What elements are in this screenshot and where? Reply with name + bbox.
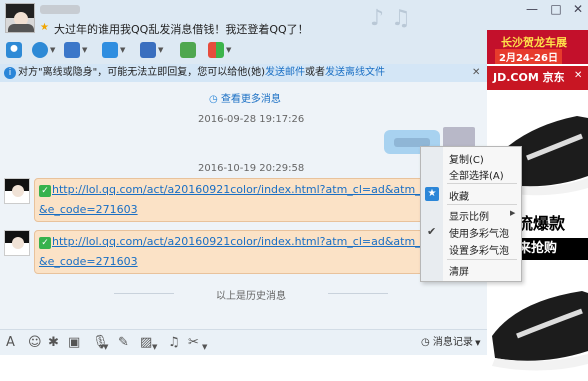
create-group-button[interactable] xyxy=(180,41,196,59)
menu-item-clear-screen[interactable]: 清屏 xyxy=(449,263,469,278)
message-timestamp: 2016-09-28 19:17:26 xyxy=(198,114,305,125)
notice-or-text: 或者 xyxy=(305,67,326,78)
message-bubble[interactable]: ✓ http://lol.qq.com/act/a20160921color/i… xyxy=(34,230,463,274)
apps-grid-icon xyxy=(208,42,224,58)
menu-item-select-all[interactable]: 全部选择(A) xyxy=(449,167,504,182)
shake-icon[interactable]: ✱ xyxy=(48,335,59,351)
menu-item-colorful-bubble[interactable]: 使用多彩气泡 xyxy=(449,225,509,240)
image-icon[interactable]: ▨ xyxy=(140,335,152,351)
remote-desktop-button[interactable]: ▼ xyxy=(64,41,87,59)
notice-text: 对方"离线或隐身"，可能无法立即回复，您可以给他(她) xyxy=(18,67,266,78)
message-history-button[interactable]: ◷ 消息记录 ▼ xyxy=(421,335,481,351)
chevron-down-icon: ▼ xyxy=(82,46,88,54)
checkmark-icon: ✔ xyxy=(427,225,437,238)
message-link[interactable]: http://lol.qq.com/act/a20160921color/ind… xyxy=(52,183,463,196)
chevron-down-icon: ▼ xyxy=(120,46,126,54)
chevron-down-icon: ▼ xyxy=(158,46,164,54)
context-menu: 复制(C) 全部选择(A) ★ 收藏 显示比例 ▶ ✔ 使用多彩气泡 设置多彩气… xyxy=(420,146,522,282)
close-button[interactable]: ✕ xyxy=(570,2,586,16)
chevron-down-icon[interactable]: ▼ xyxy=(103,339,108,355)
verified-shield-icon: ✓ xyxy=(39,237,51,249)
info-icon: i xyxy=(4,67,16,79)
chat-message-area[interactable]: i 对方"离线或隐身"，可能无法立即回复，您可以给他(她)发送邮件或者发送离线文… xyxy=(0,64,487,329)
send-email-link[interactable]: 发送邮件 xyxy=(265,67,305,78)
camera-icon xyxy=(32,42,48,58)
chevron-down-icon: ▼ xyxy=(472,339,481,347)
notice-close-icon[interactable]: ✕ xyxy=(472,64,480,82)
chevron-down-icon: ▼ xyxy=(226,46,232,54)
message-link-continued[interactable]: &e_code=271603 xyxy=(39,203,138,216)
chevron-down-icon: ▼ xyxy=(50,46,56,54)
verified-shield-icon: ✓ xyxy=(39,185,51,197)
screen-share-button[interactable]: ▼ xyxy=(140,41,163,59)
add-group-icon xyxy=(180,42,196,58)
offline-notice-bar: i 对方"离线或隐身"，可能无法立即回复，您可以给他(她)发送邮件或者发送离线文… xyxy=(0,64,487,82)
chevron-down-icon[interactable]: ▼ xyxy=(202,339,207,355)
menu-item-copy[interactable]: 复制(C) xyxy=(449,151,484,166)
clock-icon: ◷ xyxy=(421,337,433,348)
chevron-right-icon: ▶ xyxy=(510,209,516,217)
maximize-button[interactable]: □ xyxy=(548,2,564,16)
ad-banner-date: 2月24-26日 xyxy=(495,49,562,64)
folder-icon xyxy=(102,42,118,58)
chat-toolbar: ▼ ▼ ▼ ▼ ▼ xyxy=(0,36,487,64)
emoji-icon[interactable]: ☺ xyxy=(28,335,42,351)
font-icon[interactable]: A xyxy=(6,335,15,351)
contact-message-avatar[interactable] xyxy=(4,230,30,256)
star-icon: ★ xyxy=(40,22,49,33)
monitor-icon xyxy=(64,42,80,58)
message-input[interactable] xyxy=(0,355,487,381)
chevron-down-icon[interactable]: ▼ xyxy=(152,339,157,355)
screen-share-icon xyxy=(140,42,156,58)
contact-nickname-blurred xyxy=(40,5,80,14)
menu-item-zoom[interactable]: 显示比例 xyxy=(449,208,489,223)
message-link[interactable]: http://lol.qq.com/act/a20160921color/ind… xyxy=(52,235,463,248)
message-link-continued[interactable]: &e_code=271603 xyxy=(39,255,138,268)
music-note-decoration-icon: ♪ ♫ xyxy=(370,6,411,31)
video-call-button[interactable]: ▼ xyxy=(32,41,55,59)
microphone-icon xyxy=(6,42,22,58)
edit-icon[interactable]: ✎ xyxy=(118,335,129,351)
scissors-icon[interactable]: ✂ xyxy=(188,335,199,351)
apps-button[interactable]: ▼ xyxy=(208,41,231,59)
clock-icon: ◷ xyxy=(209,94,221,105)
history-divider: 以上是历史消息 xyxy=(114,287,388,302)
music-icon[interactable]: ♫ xyxy=(168,335,180,351)
view-more-messages-link[interactable]: ◷ 查看更多消息 xyxy=(209,90,281,105)
send-offline-file-link[interactable]: 发送离线文件 xyxy=(325,67,385,78)
contact-avatar[interactable] xyxy=(5,3,35,33)
gif-icon[interactable]: ▣ xyxy=(68,335,80,351)
minimize-button[interactable]: — xyxy=(524,2,540,16)
contact-signature: 大过年的谁用我QQ乱发消息借钱！我还登着QQ了！ xyxy=(54,23,309,36)
favorite-star-icon: ★ xyxy=(425,187,439,201)
message-timestamp: 2016-10-19 20:29:58 xyxy=(198,163,305,174)
menu-item-favorite[interactable]: 收藏 xyxy=(449,188,469,203)
ad-banner-title: 长沙贺龙车展 xyxy=(501,36,567,49)
ad-close-icon[interactable]: ✕ xyxy=(574,70,582,81)
send-file-button[interactable]: ▼ xyxy=(102,41,125,59)
input-toolbar: A ☺ ✱ ▣ 🎙 ▼ ✎ ▨ ▼ ♫ ✂ ▼ ◷ 消息记录 ▼ xyxy=(0,329,487,355)
jd-logo: JD.COM 京东 xyxy=(487,66,588,90)
menu-item-set-colorful-bubble[interactable]: 设置多彩气泡 xyxy=(449,242,509,257)
contact-message-avatar[interactable] xyxy=(4,178,30,204)
message-bubble[interactable]: ✓ http://lol.qq.com/act/a20160921color/i… xyxy=(34,178,463,222)
ad-banner-auto-show[interactable]: 长沙贺龙车展 2月24-26日 xyxy=(487,30,588,64)
sneaker-image xyxy=(492,291,588,371)
voice-call-button[interactable] xyxy=(6,41,22,59)
